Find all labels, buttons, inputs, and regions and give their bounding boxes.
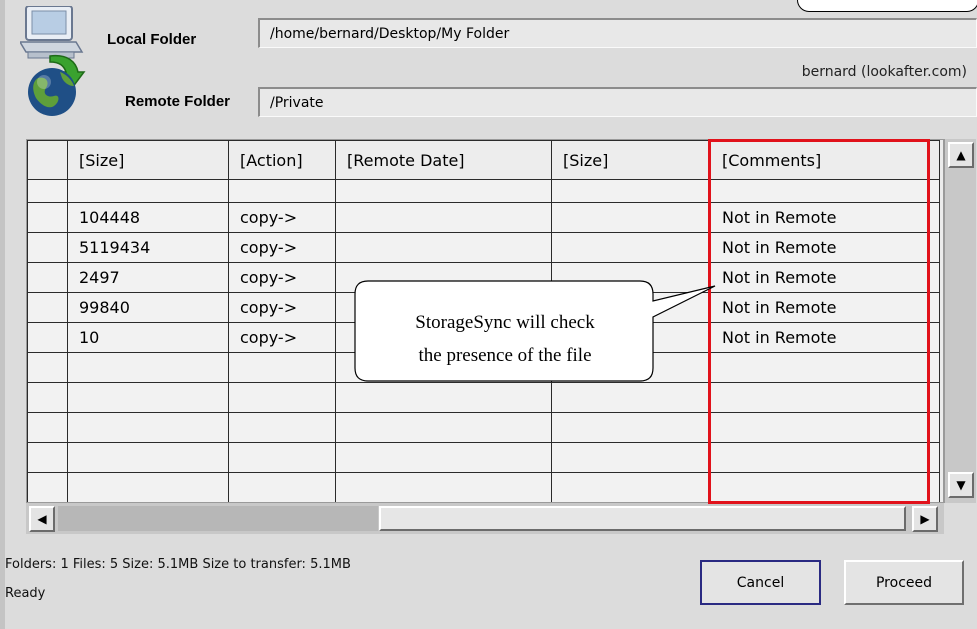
table-cell	[710, 179, 940, 203]
table-row[interactable]	[27, 472, 940, 502]
table-row[interactable]	[27, 179, 940, 203]
table-cell: 5119434	[67, 232, 229, 263]
table-cell	[228, 472, 336, 502]
table-cell	[710, 442, 940, 473]
table-cell	[551, 442, 711, 473]
table-cell: 99840	[67, 292, 229, 323]
table-cell	[67, 382, 229, 413]
table-cell	[551, 202, 711, 233]
table-cell	[27, 292, 68, 323]
table-cell	[27, 442, 68, 473]
table-cell: 10	[67, 322, 229, 353]
table-header-row: [Size] [Action] [Remote Date] [Size] [Co…	[27, 140, 940, 180]
table-row[interactable]	[27, 442, 940, 473]
table-cell	[551, 232, 711, 263]
table-cell	[335, 232, 552, 263]
table-cell	[27, 232, 68, 263]
table-cell: Not in Remote	[710, 292, 940, 323]
local-folder-label: Local Folder	[107, 31, 197, 48]
transfer-summary: Folders: 1 Files: 5 Size: 5.1MB Size to …	[5, 557, 351, 572]
column-header-comments[interactable]: [Comments]	[710, 140, 940, 180]
status-text: Ready	[5, 586, 46, 601]
table-cell	[551, 179, 711, 203]
horizontal-scrollbar[interactable]: ◀ ▶	[26, 503, 944, 534]
scroll-track[interactable]	[58, 506, 378, 531]
local-folder-path[interactable]: /home/bernard/Desktop/My Folder	[258, 18, 977, 48]
table-cell	[710, 352, 940, 383]
table-cell	[551, 412, 711, 443]
arrow-right-icon[interactable]: ▶	[912, 506, 938, 532]
globe-icon	[28, 68, 76, 116]
table-cell: copy->	[228, 322, 336, 353]
table-cell: Not in Remote	[710, 322, 940, 353]
arrow-down-icon[interactable]: ▼	[948, 472, 974, 498]
table-cell	[27, 179, 68, 203]
table-cell: copy->	[228, 262, 336, 293]
scroll-thumb[interactable]	[379, 506, 906, 531]
table-cell	[67, 352, 229, 383]
cancel-button[interactable]: Cancel	[700, 560, 821, 605]
table-cell	[27, 202, 68, 233]
table-cell	[228, 382, 336, 413]
arrow-left-icon[interactable]: ◀	[29, 506, 55, 532]
vertical-scrollbar[interactable]: ▲ ▼	[944, 139, 976, 503]
table-row[interactable]: 104448 copy-> Not in Remote	[27, 202, 940, 233]
table-cell: Not in Remote	[710, 262, 940, 293]
table-cell: Not in Remote	[710, 232, 940, 263]
callout-text: StorageSync will check the presence of t…	[355, 306, 655, 372]
table-cell	[27, 382, 68, 413]
table-row[interactable]: 5119434 copy-> Not in Remote	[27, 232, 940, 263]
table-cell	[67, 472, 229, 502]
proceed-button[interactable]: Proceed	[844, 560, 964, 605]
table-cell	[710, 412, 940, 443]
table-cell	[27, 262, 68, 293]
table-cell	[335, 442, 552, 473]
column-header-size-remote[interactable]: [Size]	[551, 140, 711, 180]
table-cell: 104448	[67, 202, 229, 233]
table-row[interactable]	[27, 412, 940, 443]
table-cell	[335, 472, 552, 502]
column-header-action[interactable]: [Action]	[228, 140, 336, 180]
column-header-remote-date[interactable]: [Remote Date]	[335, 140, 552, 180]
table-cell: Not in Remote	[710, 202, 940, 233]
table-cell	[67, 179, 229, 203]
table-cell	[228, 442, 336, 473]
table-cell	[335, 202, 552, 233]
table-cell	[335, 179, 552, 203]
table-cell	[335, 412, 552, 443]
table-cell	[27, 322, 68, 353]
column-header-blank[interactable]	[27, 140, 68, 180]
sync-icon-group	[18, 5, 104, 118]
account-label: bernard (lookafter.com)	[801, 64, 967, 80]
computer-icon	[18, 5, 84, 59]
table-cell	[551, 472, 711, 502]
callout-line-2: the presence of the file	[418, 345, 592, 366]
table-cell: copy->	[228, 292, 336, 323]
arrow-up-icon[interactable]: ▲	[948, 142, 974, 168]
table-cell	[67, 442, 229, 473]
table-cell	[228, 179, 336, 203]
table-cell: copy->	[228, 232, 336, 263]
table-cell	[710, 472, 940, 502]
column-header-size-local[interactable]: [Size]	[67, 140, 229, 180]
top-corner-tab	[797, 0, 977, 12]
remote-folder-label: Remote Folder	[125, 93, 231, 110]
table-cell	[27, 412, 68, 443]
table-cell: 2497	[67, 262, 229, 293]
remote-folder-path[interactable]: /Private	[258, 87, 977, 117]
callout-line-1: StorageSync will check	[415, 312, 595, 333]
table-cell	[67, 412, 229, 443]
table-cell	[228, 352, 336, 383]
table-cell	[710, 382, 940, 413]
window-left-edge	[0, 0, 5, 629]
table-cell	[27, 472, 68, 502]
table-cell	[27, 352, 68, 383]
table-cell	[228, 412, 336, 443]
table-cell: copy->	[228, 202, 336, 233]
